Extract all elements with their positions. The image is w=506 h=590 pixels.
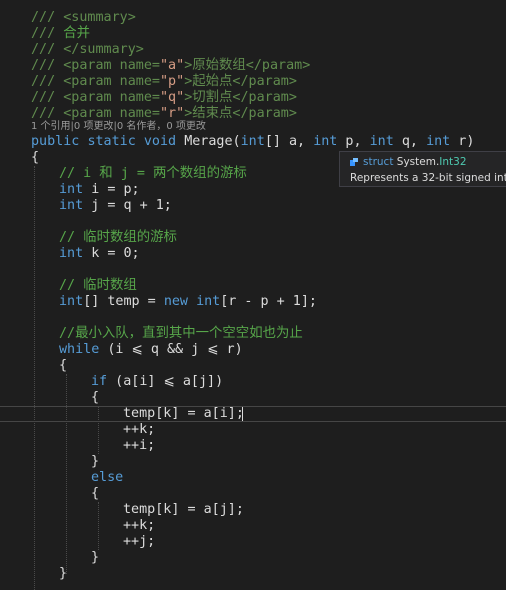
text-caret: [242, 407, 243, 421]
method-signature: public static void Merage(int[] a, int p…: [31, 134, 475, 149]
code-line: }: [59, 566, 68, 581]
code-line: int i = p;: [59, 182, 140, 197]
code-line: int[] temp = new int[r - p + 1];: [59, 294, 317, 309]
doc-comment-line: /// <param name="p">起始点</param>: [31, 74, 297, 89]
code-line: ++i;: [123, 438, 156, 453]
indent-guide: [34, 166, 35, 590]
code-line: {: [31, 150, 40, 165]
code-line: {: [91, 486, 100, 501]
code-line: }: [91, 454, 100, 469]
code-line: temp[k] = a[i];: [123, 406, 244, 421]
code-line: ++k;: [123, 422, 156, 437]
tooltip-description: Represents a 32-bit signed integer.: [350, 172, 506, 184]
indent-guide: [66, 374, 67, 574]
doc-comment-line: /// <param name="r">结束点</param>: [31, 106, 297, 121]
code-line: int j = q + 1;: [59, 198, 172, 213]
doc-comment-line: /// <param name="a">原始数组</param>: [31, 58, 311, 73]
code-comment: // 临时数组的游标: [59, 230, 177, 245]
codelens-references[interactable]: 1 个引用|0 项更改|0 名作者，0 项更改: [31, 121, 206, 133]
quick-info-tooltip: struct System.Int32 Represents a 32-bit …: [339, 151, 506, 187]
code-line: else: [91, 470, 124, 485]
tooltip-signature: struct System.Int32: [350, 156, 467, 169]
current-line-highlight: [0, 406, 506, 422]
code-comment: // 临时数组: [59, 278, 137, 293]
code-line: while (i ⩽ q && j ⩽ r): [59, 342, 243, 357]
code-comment: //最小入队，直到其中一个空空如也为止: [59, 326, 303, 341]
code-line: ++j;: [123, 534, 156, 549]
doc-comment-line: /// 合并: [31, 26, 91, 41]
code-line: {: [91, 390, 100, 405]
doc-comment-line: /// <param name="q">切割点</param>: [31, 90, 297, 105]
code-comment: // i 和 j = 两个数组的游标: [59, 166, 247, 181]
code-line: temp[k] = a[j];: [123, 502, 244, 517]
code-line: if (a[i] ⩽ a[j]): [91, 374, 224, 389]
code-line: ++k;: [123, 518, 156, 533]
code-editor[interactable]: /// <summary> /// 合并 /// </summary> /// …: [0, 0, 506, 590]
struct-icon: [350, 158, 358, 166]
code-line: int k = 0;: [59, 246, 140, 261]
code-line: }: [91, 550, 100, 565]
doc-comment-line: /// <summary>: [31, 10, 136, 25]
code-line: {: [59, 358, 68, 373]
indent-guide: [98, 502, 99, 550]
doc-comment-line: /// </summary>: [31, 42, 144, 57]
